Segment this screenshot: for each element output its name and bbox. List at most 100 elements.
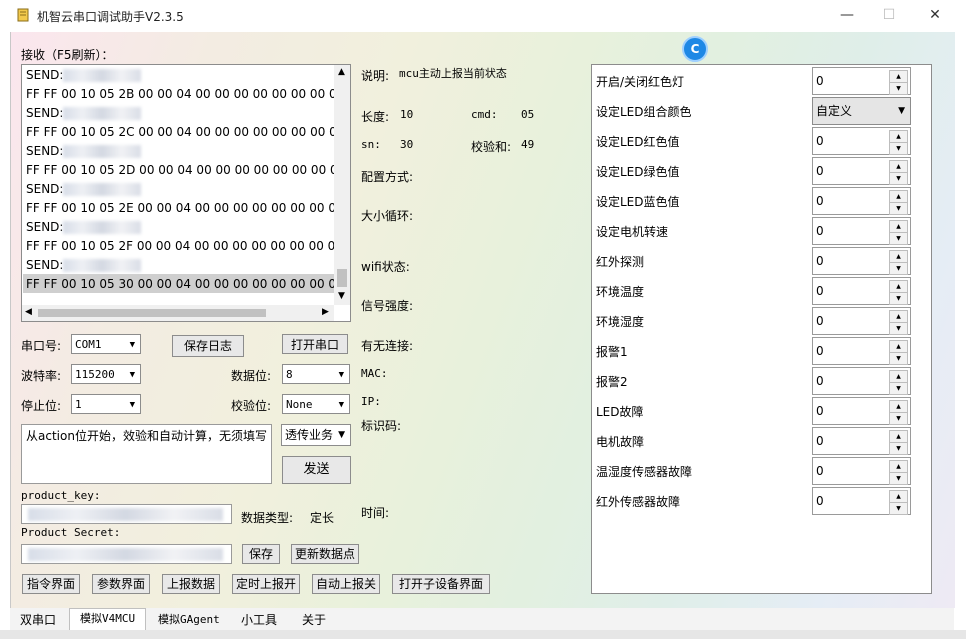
cmd-value: 05 — [521, 108, 535, 121]
baud-select-value: 115200 — [75, 368, 115, 381]
tab-gagent[interactable]: 模拟GAgent — [148, 610, 230, 630]
baud-select[interactable]: 115200 ▼ — [71, 364, 141, 384]
scroll-left-arrow-icon[interactable]: ◀ — [25, 307, 32, 317]
scroll-thumb[interactable] — [337, 269, 347, 287]
dp-value: 0 — [816, 374, 824, 388]
checksum-label: 校验和: — [471, 140, 512, 154]
scroll-down-arrow-icon[interactable]: ▼ — [338, 291, 345, 301]
spin-down-icon[interactable]: ▼ — [889, 232, 908, 245]
redacted-text — [63, 259, 142, 272]
log-line: SEND: — [26, 68, 64, 82]
product-secret-input[interactable] — [21, 544, 232, 564]
stopbits-select[interactable]: 1 ▼ — [71, 394, 141, 414]
dp-spin-temperature[interactable]: 0 ▲ ▼ — [812, 277, 911, 305]
dp-spin-infrared[interactable]: 0 ▲ ▼ — [812, 247, 911, 275]
dp-select-led-color[interactable]: 自定义 ▼ — [812, 97, 911, 125]
product-key-input[interactable] — [21, 504, 232, 524]
spin-down-icon[interactable]: ▼ — [889, 172, 908, 185]
product-key-label: product_key: — [21, 489, 101, 502]
scroll-thumb-horizontal[interactable] — [38, 309, 266, 317]
tab-dual-serial[interactable]: 双串口 — [10, 610, 66, 630]
spin-down-icon[interactable]: ▼ — [889, 472, 908, 485]
length-label: 长度: — [361, 110, 390, 124]
spin-down-icon[interactable]: ▼ — [889, 442, 908, 455]
receive-log[interactable]: SEND: FF FF 00 10 05 2B 00 00 04 00 00 0… — [21, 64, 351, 322]
databits-label: 数据位: — [231, 369, 272, 383]
spin-down-icon[interactable]: ▼ — [889, 352, 908, 365]
dp-spin-red-light[interactable]: 0 ▲ ▼ — [812, 67, 911, 95]
log-line: FF FF 00 10 05 30 00 00 04 00 00 00 00 0… — [26, 277, 337, 291]
param-view-button[interactable]: 参数界面 — [92, 574, 150, 594]
maximize-button[interactable]: ☐ — [866, 0, 912, 30]
dp-spin-led-green[interactable]: 0 ▲ ▼ — [812, 157, 911, 185]
report-data-button[interactable]: 上报数据 — [162, 574, 220, 594]
dp-label-led-blue: 设定LED蓝色值 — [596, 195, 680, 209]
desc-value: mcu主动上报当前状态 — [399, 67, 507, 80]
auto-report-toggle-button[interactable]: 自动上报关 — [312, 574, 380, 594]
spin-down-icon[interactable]: ▼ — [889, 322, 908, 335]
app-icon — [17, 8, 29, 22]
tab-about[interactable]: 关于 — [292, 610, 336, 630]
dp-label-alarm2: 报警2 — [596, 375, 628, 389]
close-button[interactable]: ✕ — [912, 0, 958, 30]
dp-spin-alarm2[interactable]: 0 ▲ ▼ — [812, 367, 911, 395]
send-textarea[interactable]: 从action位开始，效验和自动计算，无须填写 — [21, 424, 272, 484]
databits-select[interactable]: 8 ▼ — [282, 364, 350, 384]
open-port-button[interactable]: 打开串口 — [282, 334, 348, 354]
bottom-edge — [0, 630, 966, 639]
dp-spin-motor-fault[interactable]: 0 ▲ ▼ — [812, 427, 911, 455]
dp-spin-led-fault[interactable]: 0 ▲ ▼ — [812, 397, 911, 425]
dp-spin-led-red[interactable]: 0 ▲ ▼ — [812, 127, 911, 155]
log-line: FF FF 00 10 05 2B 00 00 04 00 00 00 00 0… — [26, 87, 337, 101]
dp-label-led-fault: LED故障 — [596, 405, 644, 419]
redacted-text — [63, 145, 142, 158]
chevron-down-icon: ▼ — [129, 400, 135, 410]
scroll-right-arrow-icon[interactable]: ▶ — [322, 307, 329, 317]
scroll-up-arrow-icon[interactable]: ▲ — [338, 67, 345, 77]
spin-down-icon[interactable]: ▼ — [889, 262, 908, 275]
dp-label-led-green: 设定LED绿色值 — [596, 165, 680, 179]
tab-v4mcu[interactable]: 模拟V4MCU — [69, 608, 147, 631]
tab-bar: 双串口 模拟V4MCU 模拟GAgent 小工具 关于 — [10, 608, 954, 631]
connection-label: 有无连接: — [361, 339, 414, 353]
vertical-scrollbar[interactable]: ▲ ▼ — [334, 65, 350, 305]
signal-strength-label: 信号强度: — [361, 299, 414, 313]
port-select-value: COM1 — [75, 338, 102, 351]
data-type-label: 数据类型: — [241, 511, 294, 525]
dp-label-humidity: 环境湿度 — [596, 315, 645, 329]
parity-select-value: None — [286, 398, 313, 411]
floating-assistant-icon[interactable]: C — [682, 36, 708, 62]
spin-down-icon[interactable]: ▼ — [889, 202, 908, 215]
sn-value: 30 — [400, 138, 414, 151]
send-mode-select[interactable]: 透传业务 ▼ — [281, 424, 351, 446]
dp-label-infrared: 红外探测 — [596, 255, 645, 269]
dp-spin-th-sensor-fault[interactable]: 0 ▲ ▼ — [812, 457, 911, 485]
dp-spin-ir-sensor-fault[interactable]: 0 ▲ ▼ — [812, 487, 911, 515]
horizontal-scrollbar[interactable]: ◀ ▶ — [22, 305, 334, 321]
open-subdevice-button[interactable]: 打开子设备界面 — [392, 574, 490, 594]
chevron-down-icon: ▼ — [129, 370, 135, 380]
cycle-label: 大小循环: — [361, 209, 414, 223]
config-mode-label: 配置方式: — [361, 170, 414, 184]
parity-select[interactable]: None ▼ — [282, 394, 350, 414]
spin-down-icon[interactable]: ▼ — [889, 412, 908, 425]
update-datapoints-button[interactable]: 更新数据点 — [291, 544, 359, 564]
command-view-button[interactable]: 指令界面 — [22, 574, 80, 594]
send-button[interactable]: 发送 — [282, 456, 351, 484]
tab-tools[interactable]: 小工具 — [231, 610, 287, 630]
spin-down-icon[interactable]: ▼ — [889, 292, 908, 305]
spin-down-icon[interactable]: ▼ — [889, 142, 908, 155]
minimize-button[interactable]: — — [824, 0, 870, 30]
spin-down-icon[interactable]: ▼ — [889, 382, 908, 395]
dp-spin-humidity[interactable]: 0 ▲ ▼ — [812, 307, 911, 335]
save-log-button[interactable]: 保存日志 — [172, 335, 244, 357]
dp-value: 0 — [816, 254, 824, 268]
dp-spin-motor-speed[interactable]: 0 ▲ ▼ — [812, 217, 911, 245]
spin-down-icon[interactable]: ▼ — [889, 82, 908, 95]
timed-report-toggle-button[interactable]: 定时上报开 — [232, 574, 300, 594]
spin-down-icon[interactable]: ▼ — [889, 502, 908, 515]
port-select[interactable]: COM1 ▼ — [71, 334, 141, 354]
save-product-button[interactable]: 保存 — [242, 544, 280, 564]
dp-spin-alarm1[interactable]: 0 ▲ ▼ — [812, 337, 911, 365]
dp-spin-led-blue[interactable]: 0 ▲ ▼ — [812, 187, 911, 215]
